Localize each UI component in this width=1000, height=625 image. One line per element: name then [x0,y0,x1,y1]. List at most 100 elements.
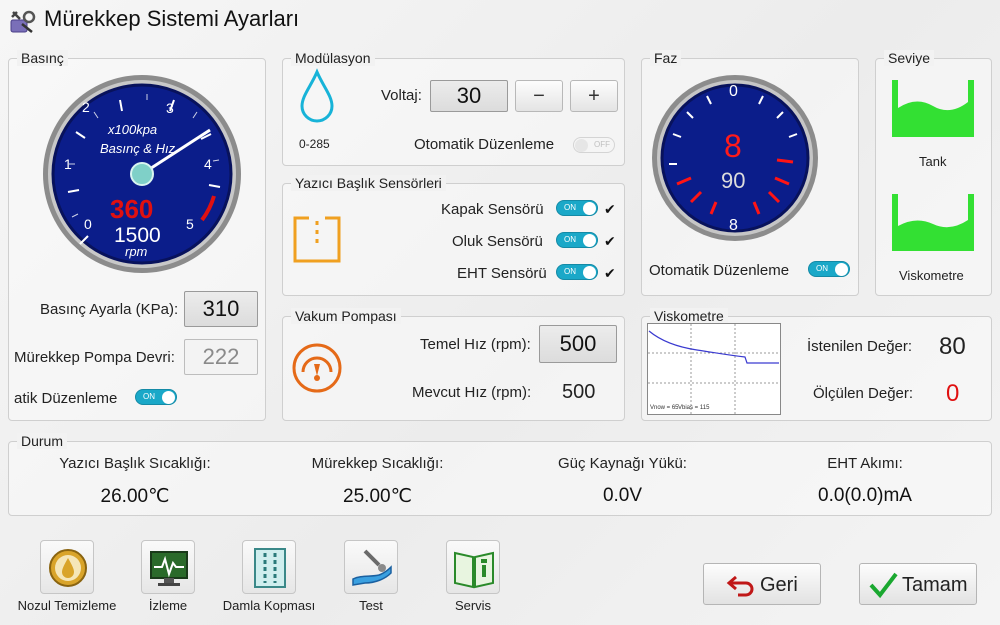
tank-label: Tank [919,154,947,169]
status-label-power-load: Güç Kaynağı Yükü: [558,455,687,472]
chart-caption-vbias: Vbias = 115 [678,405,710,411]
phase-panel-title: Faz [650,50,682,66]
gauge-unit-top: x100kpa [108,122,158,137]
toggle-state: ON [564,235,576,244]
window-title: Mürekkep Sistemi Ayarları [44,6,300,31]
target-value: 80 [939,333,966,360]
gauge-pressure-value: 360 [110,194,154,224]
test-hand-icon [352,549,392,586]
pressure-set-field[interactable]: 310 [184,291,258,327]
water-drop-icon [297,68,337,124]
gauge-tick-3: 3 [166,100,174,116]
pressure-set-label: Basınç Ayarla (KPa): [40,301,179,318]
ok-label: Tamam [902,574,968,596]
voltage-increment-button[interactable]: + [570,80,618,112]
status-value-power-load: 0.0V [602,485,643,506]
gauge-label: Basınç & Hız [100,141,176,156]
check-icon: ✔ [604,201,616,217]
print-head-sensor-icon [291,215,343,265]
toggle-state: ON [816,264,828,273]
measured-value-label: Ölçülen Değer: [813,385,914,402]
phase-white-value: 90 [721,168,746,193]
modulation-panel-title: Modülasyon [291,50,375,66]
phase-auto-toggle[interactable]: ON [808,261,850,277]
gauge-tick-1: 1 [64,156,72,172]
test-button[interactable] [344,540,398,594]
title-bar: Mürekkep Sistemi Ayarları [0,0,1000,40]
phase-tick-bottom: 8 [729,217,738,234]
toggle-knob [835,263,848,276]
phase-tick-top: 0 [729,83,738,100]
gauge-tick-5: 5 [186,216,194,232]
drop-break-label: Damla Kopması [222,598,316,613]
modulation-auto-toggle[interactable]: OFF [573,137,615,153]
toggle-state: ON [564,203,576,212]
viscometer-panel-title: Viskometre [650,308,728,324]
toggle-state: ON [564,267,576,276]
voltage-field[interactable]: 30 [430,80,508,112]
toggle-knob [162,391,175,404]
pressure-auto-label: atik Düzenleme [14,390,118,407]
viscometer-trend-chart [647,323,781,415]
toggle-knob [583,202,596,215]
status-value-ink-temp: 25.00℃ [343,486,412,507]
status-label-head-temp: Yazıcı Başlık Sıcaklığı: [59,455,211,472]
vacuum-current-value: 500 [562,381,596,403]
toggle-state: ON [143,392,155,401]
check-icon: ✔ [604,233,616,249]
back-label: Geri [760,574,798,596]
tank-level-icon [891,76,975,140]
viscometer-level-icon [891,190,975,254]
status-value-head-temp: 26.00℃ [100,486,170,507]
modulation-range: 0-285 [299,137,330,151]
vacuum-panel-title: Vakum Pompası [291,308,401,324]
nozzle-clean-icon [49,549,87,587]
check-icon: ✔ [604,265,616,281]
sensor-toggle-eht[interactable]: ON [556,264,598,280]
chart-caption-vnow: Vnow = 65 [650,405,679,411]
service-button[interactable] [446,540,500,594]
monitor-label: İzleme [148,598,188,613]
gauge-tick-4: 4 [204,156,212,172]
sensor-toggle-cover[interactable]: ON [556,200,598,216]
toggle-knob [575,139,588,152]
phase-red-value: 8 [724,128,742,164]
service-book-icon [454,551,494,589]
drop-break-icon [254,548,286,588]
pressure-auto-toggle[interactable]: ON [135,389,177,405]
vacuum-current-label: Mevcut Hız (rpm): [412,384,532,401]
toggle-state: OFF [594,140,610,149]
voltage-decrement-button[interactable]: − [515,80,563,112]
vacuum-base-label: Temel Hız (rpm): [420,336,531,353]
monitor-button[interactable] [141,540,195,594]
pump-speed-label: Mürekkep Pompa Devri: [14,349,175,366]
toggle-knob [583,234,596,247]
back-button[interactable]: Geri [703,563,821,605]
phase-auto-label: Otomatik Düzenleme [649,262,790,279]
drop-break-button[interactable] [242,540,296,594]
gauge-tick-0: 0 [84,216,92,232]
status-label-eht-current: EHT Akımı: [827,455,903,472]
ok-button[interactable]: Tamam [859,563,977,605]
sensor-label-gutter: Oluk Sensörü [452,233,543,250]
pump-speed-field: 222 [184,339,258,375]
modulation-auto-label: Otomatik Düzenleme [414,136,555,153]
sensor-toggle-gutter[interactable]: ON [556,232,598,248]
voltage-label: Voltaj: [381,87,422,104]
measured-value: 0 [946,380,960,407]
monitor-icon [150,551,188,586]
target-value-label: İstenilen Değer: [807,338,913,355]
speedometer-icon [291,342,343,394]
check-mark-icon [869,572,898,599]
undo-arrow-icon [726,575,754,597]
sensors-panel-title: Yazıcı Başlık Sensörleri [291,175,446,191]
status-panel-title: Durum [17,433,68,449]
status-label-ink-temp: Mürekkep Sıcaklığı: [311,455,444,472]
settings-tools-icon [8,8,36,34]
nozzle-clean-button[interactable] [40,540,94,594]
vacuum-base-field[interactable]: 500 [539,325,617,363]
status-value-eht-current: 0.0(0.0)mA [818,485,912,506]
sensor-label-cover: Kapak Sensörü [441,201,544,218]
toggle-knob [583,266,596,279]
nozzle-clean-label: Nozul Temizleme [17,598,117,613]
